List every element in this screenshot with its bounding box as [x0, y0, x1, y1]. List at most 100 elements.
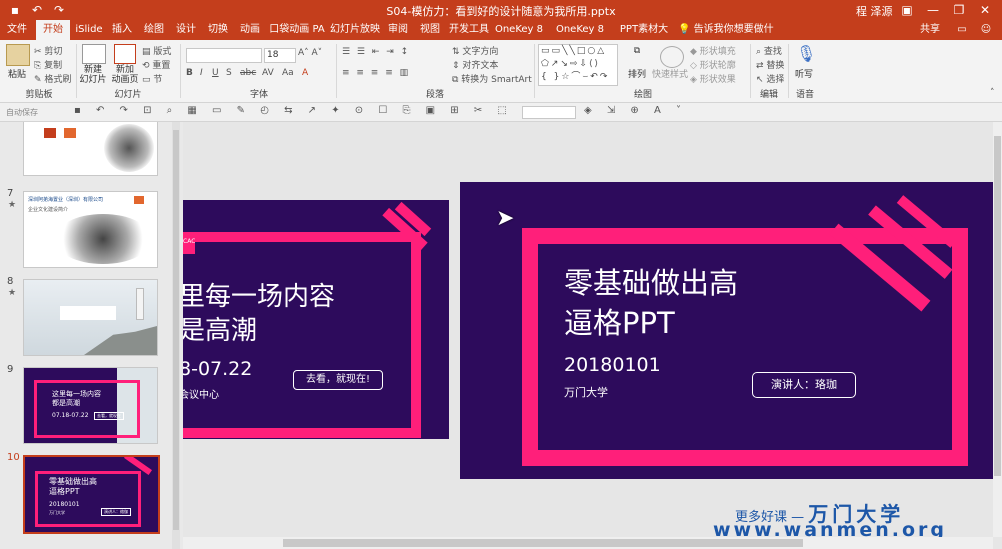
replace-button[interactable]: ⇄ 替换 — [756, 58, 784, 71]
collapse-ribbon-icon[interactable]: ˄ — [990, 88, 995, 98]
slides-group-label: 幻灯片 — [114, 90, 142, 100]
comment-icon[interactable]: ▭ — [952, 20, 972, 40]
slide-thumb-10[interactable]: 零基础做出高 逼格PPT 20180101 万门大学 演讲人：络伽 — [23, 455, 160, 534]
select-button[interactable]: ↖ 选择 — [756, 72, 784, 85]
tab-onekey8[interactable]: OneKey 8 — [494, 20, 544, 40]
bold-icon[interactable]: B — [186, 68, 193, 78]
layout-button[interactable]: ▤ 版式 — [142, 44, 171, 57]
close-icon[interactable]: ✕ — [974, 2, 996, 18]
text-direction-button[interactable]: ⇅ 文字方向 — [452, 44, 498, 57]
tab-pocket-animation[interactable]: 口袋动画 PA — [268, 20, 326, 40]
quick-styles-button[interactable]: 快速样式 — [650, 67, 690, 80]
quick-styles-icon[interactable] — [660, 46, 684, 68]
slide-date: 20180101 — [564, 354, 661, 376]
slide-venue: 会议中心 — [183, 390, 219, 401]
tab-draw[interactable]: 绘图 — [140, 20, 168, 40]
cliff-image — [84, 326, 157, 355]
tab-animations[interactable]: 动画 — [236, 20, 264, 40]
smartart-button[interactable]: ⧉ 转换为 SmartArt — [452, 72, 532, 85]
ribbon-display-icon[interactable]: ▣ — [896, 2, 918, 18]
slide-cta-button: 去看，就现在! — [293, 370, 383, 390]
shape-fill-button[interactable]: ◆ 形状填充 — [690, 44, 736, 57]
arrange-icon[interactable]: ⧉ — [626, 46, 648, 66]
tab-home[interactable]: 开始 — [36, 20, 70, 40]
slide-editing-area[interactable]: CAC 里每一场内容 是高潮 8-07.22 会议中心 去看，就现在! 零基础做… — [183, 122, 993, 537]
dictate-button[interactable]: 听写 — [792, 67, 816, 80]
grow-font-icon[interactable]: A˄ A˅ — [298, 48, 322, 58]
vertical-scrollbar[interactable] — [993, 122, 1002, 537]
font-color-icon[interactable]: A — [302, 68, 308, 78]
smiley-icon[interactable]: ☺ — [976, 20, 996, 40]
new-anim-page-icon[interactable] — [114, 44, 136, 64]
qat-dropdown[interactable] — [522, 106, 576, 119]
section-button[interactable]: ▭ 节 — [142, 72, 162, 85]
slide-thumb-8[interactable] — [23, 279, 158, 356]
fill-icon: ◆ — [690, 47, 700, 57]
horizontal-scrollbar[interactable] — [183, 537, 993, 549]
tab-file[interactable]: 文件 — [2, 20, 32, 40]
slide-thumb-7[interactable]: 深圳阿弟海置业（深圳）有限公司 企业文化建设简介 — [23, 191, 158, 268]
list-icons[interactable]: ☰ ☰ ⇤ ⇥ ↕ — [342, 47, 410, 57]
replace-icon: ⇄ — [756, 61, 767, 71]
tab-onekey8-plus[interactable]: OneKey 8 Plus — [548, 20, 612, 55]
minimize-icon[interactable]: — — [922, 2, 944, 18]
shadow-icon[interactable]: S — [226, 68, 232, 78]
tab-islide[interactable]: iSlide — [74, 20, 104, 40]
thumb-title: 零基础做出高 逼格PPT — [49, 477, 97, 496]
slide-thumb-6[interactable] — [23, 122, 158, 176]
qat-icons-right[interactable]: ◈ ⇲ ⊕ A ˅ — [584, 105, 687, 116]
reset-button[interactable]: ⟲ 重置 — [142, 58, 170, 71]
tab-developer[interactable]: 开发工具 — [448, 20, 490, 40]
align-icons[interactable]: ≡ ≡ ≡ ≡ ▥ — [342, 68, 410, 78]
shapes-gallery[interactable]: ▭▭╲╲□○△ ⬠↗↘⇨⇩⟨⟩{ }☆⌒⌣↶↷ — [538, 44, 618, 86]
drawing-group-label: 绘图 — [633, 90, 652, 100]
lighthouse-image — [136, 288, 144, 320]
align-text-button[interactable]: ⇕ 对齐文本 — [452, 58, 498, 71]
change-case-icon[interactable]: Aa — [282, 68, 294, 78]
outline-icon: ◇ — [690, 61, 700, 71]
shape-effects-button[interactable]: ◈ 形状效果 — [690, 72, 736, 85]
format-painter-button[interactable]: ✎ 格式刷 — [34, 72, 71, 85]
strikethrough-icon[interactable]: abc — [240, 68, 256, 78]
autosave-toggle[interactable]: 自动保存 — [6, 107, 38, 118]
cut-button[interactable]: ✂ 剪切 — [34, 44, 62, 57]
tell-me-search[interactable]: 💡 告诉我你想要做什么 — [678, 20, 778, 55]
restore-icon[interactable]: ❐ — [948, 2, 970, 18]
logo-icon — [44, 128, 56, 138]
slide-thumb-9[interactable]: 这里每一场内容 都是高潮 07.18-07.22 去看，就现在 — [23, 367, 158, 444]
vertical-scrollbar-thumb[interactable] — [994, 136, 1001, 476]
align-text-icon: ⇕ — [452, 61, 463, 71]
tab-slideshow[interactable]: 幻灯片放映 — [330, 20, 380, 40]
tab-transitions[interactable]: 切换 — [204, 20, 232, 40]
user-name[interactable]: 程 泽源 — [856, 3, 893, 19]
font-name-input[interactable] — [186, 48, 262, 63]
italic-icon[interactable]: I — [200, 68, 203, 78]
paste-button[interactable]: 粘贴 — [4, 67, 30, 80]
new-slide-icon[interactable] — [82, 44, 106, 64]
underline-icon[interactable]: U — [212, 68, 219, 78]
microphone-icon[interactable]: 🎙 — [796, 44, 816, 64]
new-slide-button[interactable]: 新建 幻灯片 — [76, 65, 110, 85]
tab-review[interactable]: 审阅 — [384, 20, 412, 40]
shape-outline-button[interactable]: ◇ 形状轮廓 — [690, 58, 736, 71]
tab-design[interactable]: 设计 — [172, 20, 200, 40]
char-spacing-icon[interactable]: AV — [262, 68, 274, 78]
share-button[interactable]: 共享 — [912, 20, 948, 40]
thumb-scrollbar-thumb[interactable] — [173, 130, 179, 530]
slide-main[interactable]: 零基础做出高 逼格PPT 20180101 万门大学 演讲人：珞珈 — [460, 182, 993, 479]
paste-icon[interactable] — [6, 44, 30, 66]
tab-insert[interactable]: 插入 — [108, 20, 136, 40]
copy-button[interactable]: ⎘ 复制 — [34, 58, 62, 71]
animation-star-icon: ★ — [8, 288, 17, 298]
arrange-button[interactable]: 排列 — [622, 67, 652, 80]
tab-view[interactable]: 视图 — [416, 20, 444, 40]
new-anim-page-button[interactable]: 新加 动画页 — [108, 65, 142, 85]
horizontal-scrollbar-thumb[interactable] — [283, 539, 803, 547]
tab-ppt-material[interactable]: PPT素材大师 — [616, 20, 672, 55]
slide-left[interactable]: CAC 里每一场内容 是高潮 8-07.22 会议中心 去看，就现在! — [183, 200, 449, 439]
qat-icons[interactable]: ▪ ↶ ↷ ⊡ ⌕ ▦ ▭ ✎ ◴ ⇆ ↗ ✦ ⊙ ☐ ⎘ ▣ ⊞ ✂ ⬚ ⟲ … — [74, 105, 560, 116]
find-button[interactable]: ⌕ 查找 — [756, 44, 782, 57]
title-bar: ▪ ↶ ↷ S04-模仿力：看到好的设计随意为我所用.pptx 程 泽源 ▣ —… — [0, 0, 1002, 20]
thumb-scrollbar[interactable] — [172, 122, 180, 549]
font-size-input[interactable]: 18 — [264, 48, 296, 63]
